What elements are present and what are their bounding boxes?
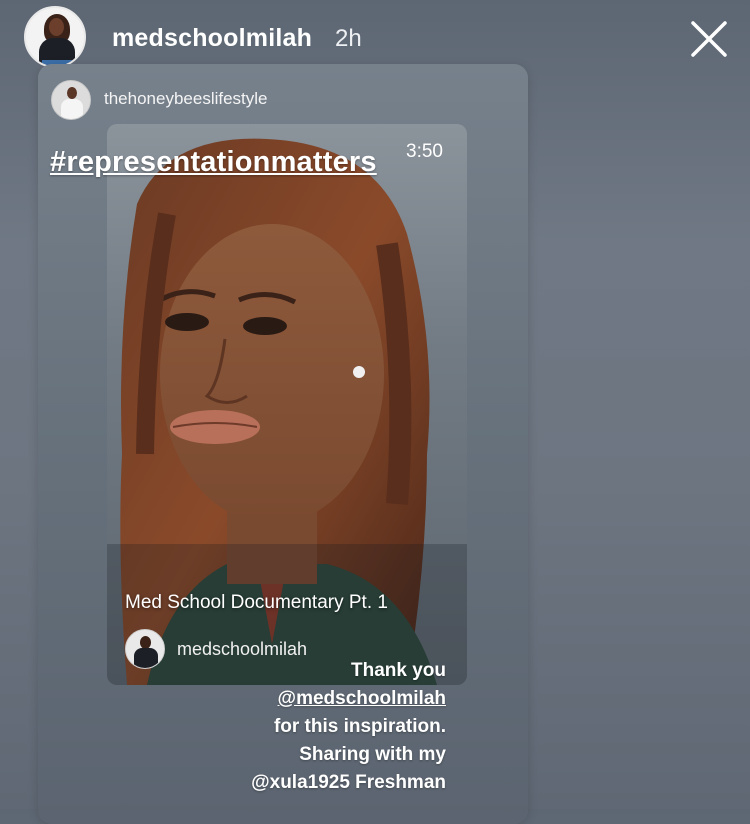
close-icon — [691, 21, 727, 57]
source-avatar[interactable] — [51, 80, 91, 120]
story-timestamp: 2h — [335, 25, 362, 52]
video-duration: 3:50 — [406, 141, 443, 162]
source-username[interactable]: thehoneybeeslifestyle — [104, 89, 268, 109]
creator-avatar[interactable] — [125, 629, 165, 669]
close-button[interactable] — [688, 18, 730, 60]
caption-line: Sharing with my — [299, 744, 446, 765]
caption-line: Thank you — [350, 660, 446, 681]
story-caption: Thank you @medschoolmilah for this inspi… — [186, 657, 446, 797]
caption-mention[interactable]: @medschoolmilah — [186, 685, 446, 713]
caption-line: for this inspiration. — [273, 716, 446, 737]
story-username[interactable]: medschoolmilah — [112, 24, 312, 53]
hashtag-sticker[interactable]: #representationmatters — [50, 146, 377, 179]
profile-avatar[interactable] — [24, 6, 86, 68]
video-title: Med School Documentary Pt. 1 — [125, 592, 388, 613]
caption-line: @xula1925 Freshman — [251, 772, 446, 793]
